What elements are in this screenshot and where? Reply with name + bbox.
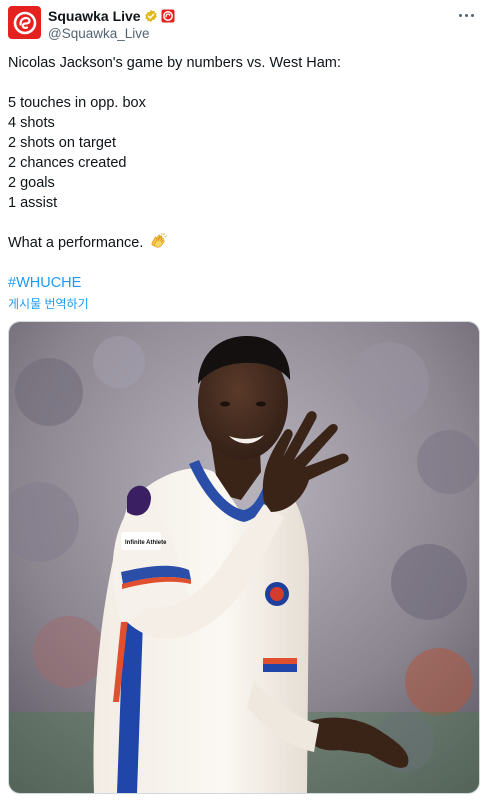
- tweet: Squawka Live @Squawka_Live Nicolas Jacks…: [0, 0, 487, 800]
- clapping-hands-icon: [151, 232, 168, 248]
- stat-line: 4 shots: [8, 115, 55, 131]
- name-row: Squawka Live: [48, 7, 175, 24]
- stat-line: 5 touches in opp. box: [8, 95, 146, 111]
- more-dot: [470, 13, 474, 17]
- player-eye: [220, 401, 230, 407]
- tweet-header: Squawka Live @Squawka_Live: [8, 6, 479, 42]
- stat-line: 2 chances created: [8, 155, 127, 171]
- tweet-outro-line: What a performance.: [8, 232, 479, 253]
- player-photo: Infinite Athlete: [9, 322, 479, 793]
- display-name[interactable]: Squawka Live: [48, 8, 141, 24]
- more-options-icon[interactable]: [455, 8, 477, 22]
- affiliate-badge-icon[interactable]: [161, 9, 175, 23]
- right-sleeve-trim-blue: [263, 664, 297, 672]
- account-names: Squawka Live @Squawka_Live: [48, 7, 175, 41]
- player-eye: [256, 401, 266, 407]
- squawka-logo-icon: [13, 11, 36, 34]
- more-dot: [458, 13, 462, 17]
- gold-verified-badge-icon[interactable]: [144, 9, 158, 23]
- tweet-intro: Nicolas Jackson's game by numbers vs. We…: [8, 55, 341, 71]
- stat-line: 2 shots on target: [8, 135, 117, 151]
- avatar[interactable]: [8, 6, 41, 39]
- right-sleeve-trim: [263, 658, 297, 664]
- club-crest-inner: [270, 587, 284, 601]
- translate-post-link[interactable]: 게시물 번역하기: [8, 295, 89, 312]
- account-handle[interactable]: @Squawka_Live: [48, 26, 175, 41]
- tweet-media-photo[interactable]: Infinite Athlete: [8, 321, 480, 794]
- hashtag-link[interactable]: #WHUCHE: [8, 273, 479, 293]
- tweet-outro: What a performance.: [8, 235, 144, 251]
- sponsor-text: Infinite Athlete: [125, 540, 167, 546]
- stat-line: 1 assist: [8, 195, 58, 211]
- tweet-text: Nicolas Jackson's game by numbers vs. We…: [8, 53, 479, 293]
- stat-line: 2 goals: [8, 175, 55, 191]
- more-dot: [464, 13, 468, 17]
